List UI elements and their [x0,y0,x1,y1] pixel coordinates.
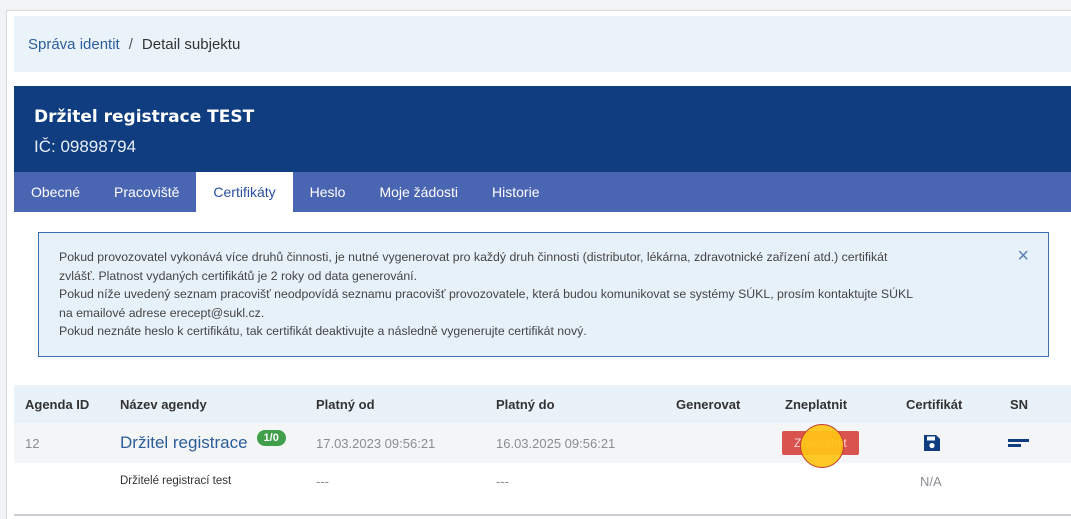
subject-header: Držitel registrace TEST IČ: 09898794 [14,86,1071,172]
notice-line: Pokud níže uvedený seznam pracovišť neod… [59,287,914,302]
valid-from-cell: 17.03.2023 09:56:21 [316,435,436,451]
serial-lines-icon[interactable] [1008,437,1030,449]
valid-to-cell: 16.03.2025 09:56:21 [496,435,616,451]
table-bottom-border [14,514,1071,516]
column-header-revoke: Zneplatnit [785,396,848,412]
agenda-name-cell: Držitel registrace 1/0 [120,423,286,463]
certificate-count-badge: 1/0 [256,430,286,446]
click-marker [800,424,844,468]
notice-line: Pokud provozovatel vykonává více druhů č… [59,250,888,264]
tab-my-requests[interactable]: Moje žádosti [362,172,475,212]
column-header-agenda-name[interactable]: Název agendy [120,385,207,423]
column-header-valid-to[interactable]: Platný do [496,385,555,423]
subrow-valid-to-cell: --- [496,473,509,489]
column-header-certificate: Certifikát [906,396,963,412]
notice-line: Pokud neznáte heslo k certifikátu, tak c… [59,324,587,339]
table-subrow: Držitelé registrací test --- --- N/A [14,463,1071,499]
subrow-valid-from-cell: --- [316,473,329,489]
tab-bar: Obecné Pracoviště Certifikáty Heslo Moje… [14,172,1071,212]
tab-general[interactable]: Obecné [14,172,97,212]
column-header-valid-from[interactable]: Platný od [316,385,375,423]
agenda-id-cell: 12 [25,435,40,451]
subject-title: Držitel registrace TEST [34,107,255,127]
certificate-cell [922,423,942,463]
info-notice: Pokud provozovatel vykonává více druhů č… [38,232,1049,357]
table-header: Agenda ID Název agendy Platný od Platný … [14,385,1071,423]
sn-cell [1008,423,1030,463]
tab-password[interactable]: Heslo [293,172,363,212]
breadcrumb-link-identity-management[interactable]: Správa identit [28,36,120,53]
column-header-agenda-id[interactable]: Agenda ID [25,385,89,423]
workplace-name-cell: Držitelé registrací test [120,475,232,487]
breadcrumb-current: Detail subjektu [141,35,241,53]
breadcrumb-separator: / [128,35,133,53]
column-header-generate: Generovat [676,396,741,412]
notice-line: na emailové adrese erecept@sukl.cz. [59,305,265,320]
table-row: 12 Držitel registrace 1/0 17.03.2023 09:… [14,423,1071,463]
tab-certificates[interactable]: Certifikáty [196,172,293,212]
column-header-sn: SN [1010,396,1029,412]
floppy-disk-icon[interactable] [922,433,942,453]
breadcrumb: Správa identit / Detail subjektu [14,16,1071,72]
notice-line: zvlášť. Platnost vydaných certifikátů je… [59,268,417,283]
subrow-certificate-cell: N/A [920,473,942,489]
close-icon[interactable]: × [1017,246,1029,266]
tab-workplaces[interactable]: Pracoviště [97,172,196,212]
agenda-name-link[interactable]: Držitel registrace [120,433,248,453]
subject-ico: IČ: 09898794 [34,137,137,156]
tab-history[interactable]: Historie [475,172,556,212]
